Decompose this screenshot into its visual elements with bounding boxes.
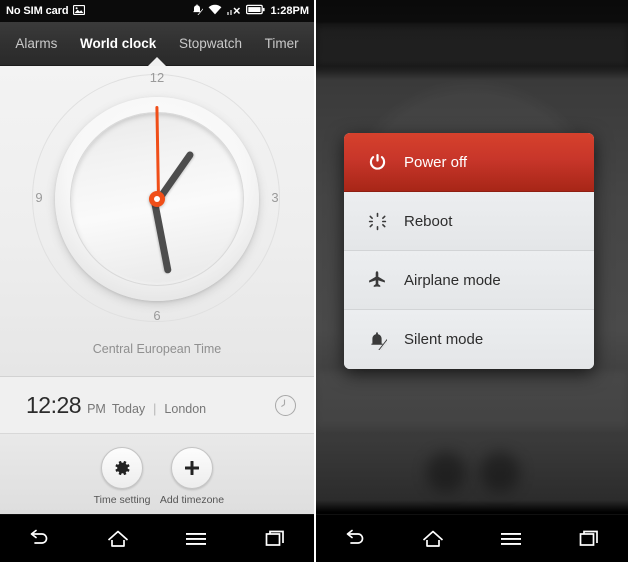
menu-icon — [501, 532, 521, 545]
silent-bell-icon — [366, 329, 388, 351]
time-setting-label: Time setting — [93, 494, 151, 506]
navigation-bar — [316, 514, 628, 562]
plus-icon — [171, 447, 213, 489]
home-icon — [422, 530, 444, 547]
clock-icon — [275, 394, 296, 416]
reboot-icon — [366, 210, 388, 232]
status-bar: No SIM card 1:28PM — [0, 0, 314, 22]
blurred-plus-button — [480, 452, 520, 492]
blurred-tab-bar — [316, 26, 628, 66]
power-off-label: Power off — [404, 153, 468, 171]
photo-icon — [73, 2, 86, 20]
back-button[interactable] — [13, 520, 65, 558]
airplane-mode-label: Airplane mode — [404, 271, 501, 289]
back-arrow-icon — [30, 529, 48, 544]
menu-icon — [186, 532, 207, 545]
power-menu-dialog: Power off Reboot Airplane mode Silent mo… — [344, 133, 594, 369]
home-icon — [107, 530, 128, 547]
clock-numeral-12: 12 — [149, 70, 165, 85]
world-clock-time: 12:28 — [26, 391, 82, 418]
gear-icon — [101, 447, 143, 489]
wifi-icon — [208, 2, 222, 20]
clock-numeral-3: 3 — [271, 190, 279, 205]
reboot-item[interactable]: Reboot — [344, 192, 594, 251]
recents-icon — [265, 530, 284, 546]
power-icon — [366, 151, 388, 173]
home-button[interactable] — [92, 520, 144, 558]
dual-screenshot-comparison: No SIM card 1:28PM Alarms World clock St… — [0, 0, 628, 562]
clock-numeral-9: 9 — [35, 190, 43, 205]
tab-alarms[interactable]: Alarms — [11, 34, 61, 53]
home-button[interactable] — [407, 520, 459, 558]
blurred-gear-button — [426, 452, 466, 492]
left-phone-screen: No SIM card 1:28PM Alarms World clock St… — [0, 0, 314, 562]
battery-icon — [246, 2, 266, 20]
world-clock-day: Today — [111, 401, 146, 416]
silent-mode-icon — [191, 2, 208, 20]
carrier-label: No SIM card — [6, 5, 69, 17]
status-bar-right: 1:28PM — [191, 2, 309, 20]
navigation-bar — [0, 514, 314, 562]
back-arrow-icon — [346, 529, 364, 544]
action-bar: Time setting Add timezone — [0, 434, 314, 514]
right-phone-screen: Power off Reboot Airplane mode Silent mo… — [314, 0, 628, 562]
time-setting-button[interactable]: Time setting — [94, 447, 150, 506]
silent-mode-label: Silent mode — [404, 331, 484, 348]
airplane-icon — [366, 269, 388, 291]
add-timezone-button[interactable]: Add timezone — [160, 447, 224, 506]
menu-button[interactable] — [170, 520, 222, 558]
tab-bar: Alarms World clock Stopwatch Timer — [0, 22, 314, 66]
clock-center-hub — [149, 191, 165, 207]
no-signal-icon — [227, 2, 241, 20]
silent-mode-item[interactable]: Silent mode — [344, 310, 594, 369]
time-row-separator: | — [153, 401, 157, 416]
status-bar-left: No SIM card — [6, 2, 86, 20]
menu-button[interactable] — [485, 520, 537, 558]
world-clock-meridiem: PM — [87, 401, 106, 416]
time-row-text: 12:28 PM Today | London — [26, 392, 275, 419]
blurred-time-row — [316, 372, 628, 428]
status-bar-clock: 1:28PM — [270, 5, 309, 17]
tab-timer[interactable]: Timer — [261, 34, 303, 53]
back-button[interactable] — [329, 520, 381, 558]
reboot-label: Reboot — [404, 212, 453, 230]
add-timezone-label: Add timezone — [159, 494, 225, 506]
world-clock-city: London — [164, 401, 207, 416]
clock-numeral-6: 6 — [153, 308, 161, 323]
tab-stopwatch[interactable]: Stopwatch — [175, 34, 246, 53]
analog-clock-panel: 12 3 6 9 Central European Time — [0, 66, 314, 376]
recents-button[interactable] — [563, 520, 615, 558]
analog-clock: 12 3 6 9 Central European Time — [32, 70, 282, 356]
timezone-label: Central European Time — [92, 342, 222, 356]
airplane-mode-item[interactable]: Airplane mode — [344, 251, 594, 310]
tab-world-clock[interactable]: World clock — [76, 34, 160, 53]
recents-icon — [579, 530, 598, 546]
power-off-item[interactable]: Power off — [344, 133, 594, 192]
active-tab-indicator — [148, 57, 166, 66]
world-clock-list-item[interactable]: 12:28 PM Today | London — [0, 376, 314, 434]
recents-button[interactable] — [249, 520, 301, 558]
